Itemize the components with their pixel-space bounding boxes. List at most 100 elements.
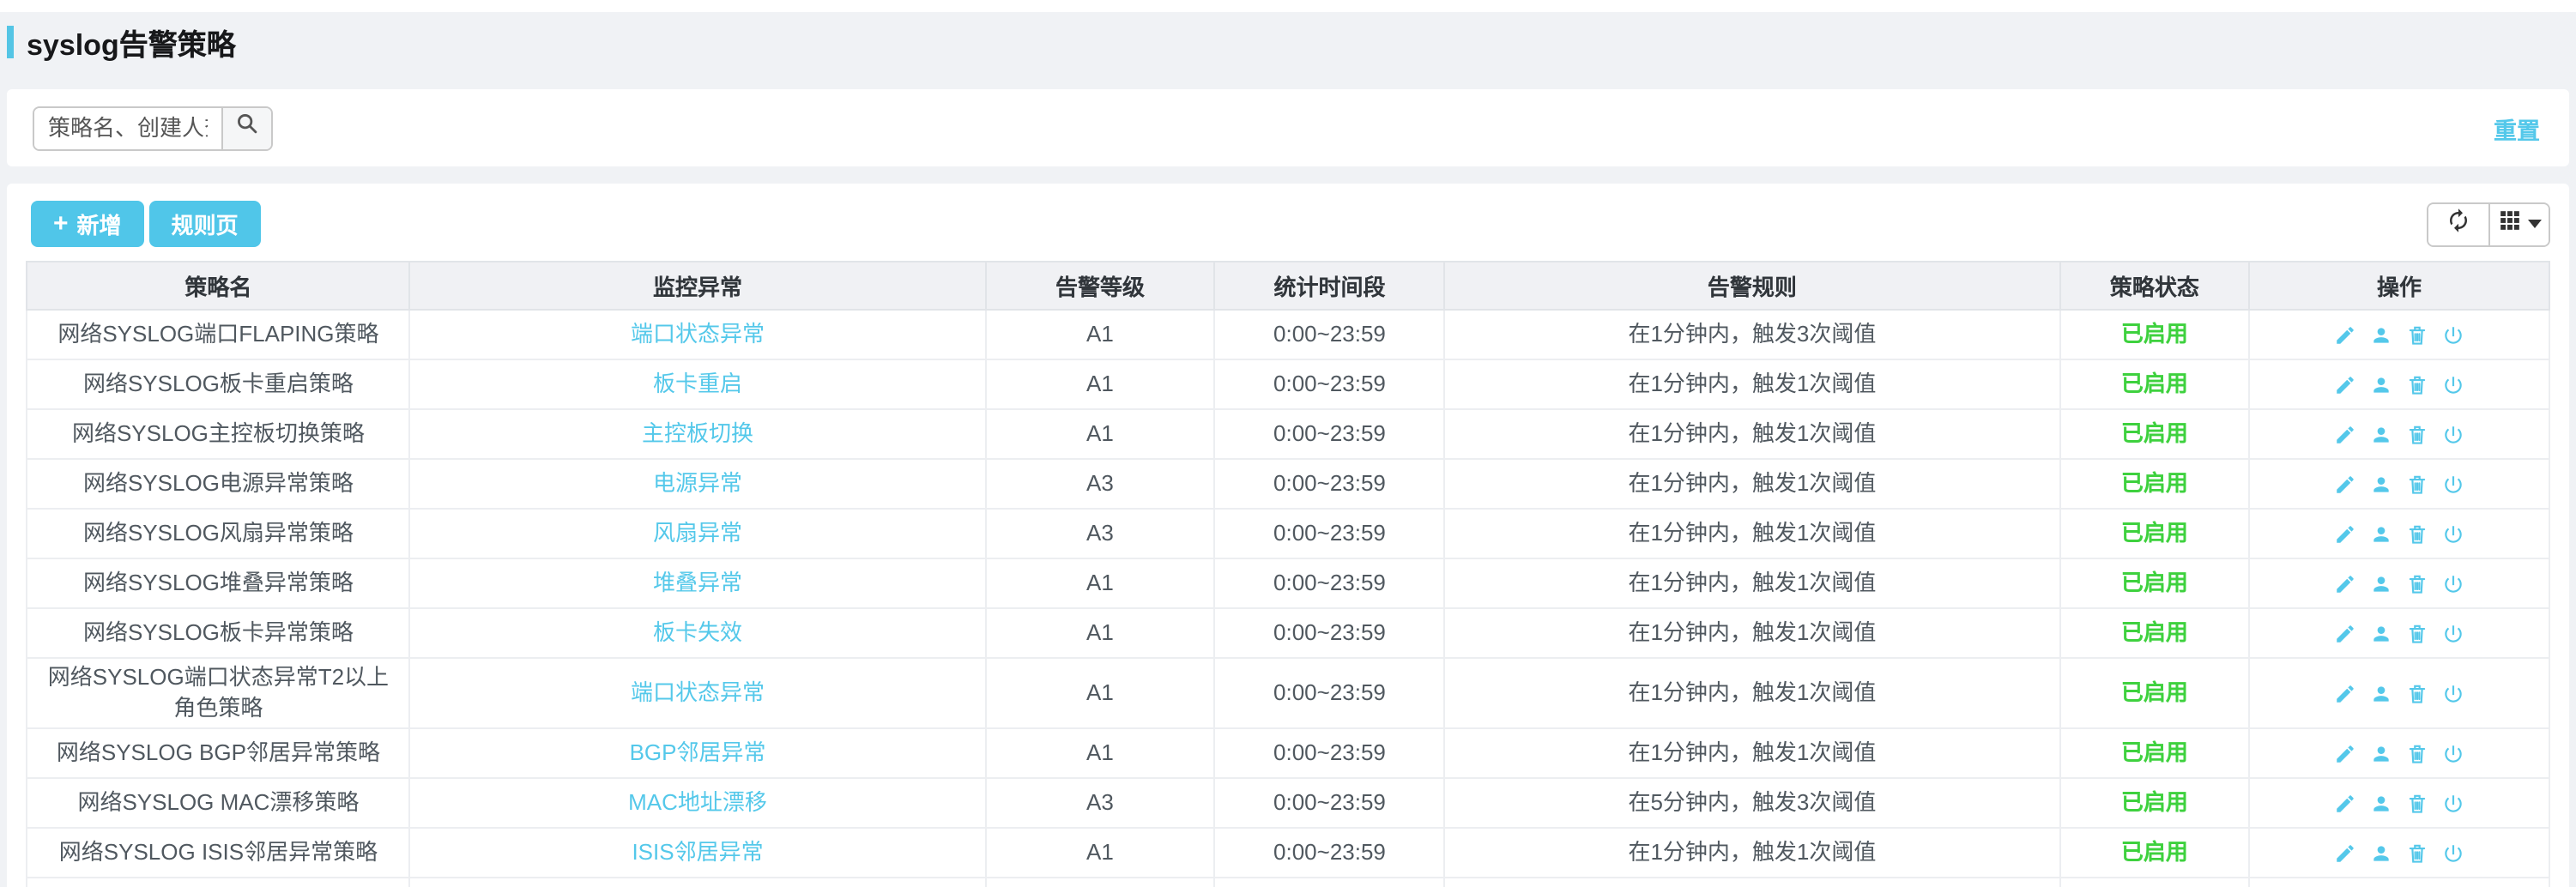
search-button[interactable] (221, 107, 271, 148)
power-icon[interactable] (2442, 572, 2464, 594)
edit-icon[interactable] (2334, 423, 2356, 445)
time-period: 0:00~23:59 (1215, 729, 1445, 779)
delete-icon[interactable] (2406, 522, 2428, 545)
delete-icon[interactable] (2406, 572, 2428, 594)
table-row: 网络SYSLOG电源异常策略 电源异常 A3 0:00~23:59 在1分钟内，… (27, 459, 2549, 509)
user-icon[interactable] (2370, 682, 2392, 704)
power-icon[interactable] (2442, 793, 2464, 815)
refresh-icon (2446, 207, 2471, 241)
delete-icon[interactable] (2406, 622, 2428, 644)
anomaly-link[interactable]: ISIS邻居异常 (410, 829, 985, 878)
edit-icon[interactable] (2334, 622, 2356, 644)
delete-icon[interactable] (2406, 743, 2428, 765)
alarm-rule: 在1分钟内，触发1次阈值 (1444, 608, 2059, 658)
anomaly-link[interactable]: 电源异常 (410, 459, 985, 509)
row-actions (2260, 572, 2538, 594)
delete-icon[interactable] (2406, 373, 2428, 395)
alarm-level: A3 (985, 779, 1215, 829)
row-actions (2260, 473, 2538, 495)
anomaly-link[interactable]: 堆叠异常 (410, 558, 985, 608)
reset-link[interactable]: 重置 (2494, 111, 2540, 145)
column-header: 监控异常 (410, 262, 985, 310)
status-badge: 已启用 (2060, 558, 2250, 608)
status-badge: 已启用 (2060, 829, 2250, 878)
delete-icon[interactable] (2406, 423, 2428, 445)
power-icon[interactable] (2442, 373, 2464, 395)
edit-icon[interactable] (2334, 793, 2356, 815)
anomaly-link[interactable]: 主控板切换 (410, 409, 985, 459)
user-icon[interactable] (2370, 622, 2392, 644)
delete-icon[interactable] (2406, 323, 2428, 346)
columns-button[interactable] (2488, 203, 2549, 244)
power-icon[interactable] (2442, 522, 2464, 545)
row-actions (2260, 323, 2538, 346)
alarm-rule: 在1分钟内，触发1次阈值 (1444, 729, 2059, 779)
time-period: 0:00~23:59 (1215, 608, 1445, 658)
delete-icon[interactable] (2406, 473, 2428, 495)
delete-icon[interactable] (2406, 793, 2428, 815)
power-icon[interactable] (2442, 682, 2464, 704)
status-badge: 已启用 (2060, 409, 2250, 459)
user-icon[interactable] (2370, 373, 2392, 395)
top-strip (0, 0, 2576, 12)
delete-icon[interactable] (2406, 682, 2428, 704)
alarm-level: A1 (985, 359, 1215, 409)
policy-name: 网络SYSLOG端口状态异常T2以上角色策略 (27, 658, 410, 729)
row-actions (2260, 622, 2538, 644)
time-period: 0:00~23:59 (1215, 359, 1445, 409)
alarm-rule: 在1分钟内，触发1次阈值 (1444, 658, 2059, 729)
delete-icon[interactable] (2406, 842, 2428, 865)
column-header: 统计时间段 (1215, 262, 1445, 310)
anomaly-link[interactable]: 板卡重启 (410, 359, 985, 409)
column-header: 策略状态 (2060, 262, 2250, 310)
anomaly-link[interactable]: BGP邻居异常 (410, 729, 985, 779)
power-icon[interactable] (2442, 743, 2464, 765)
status-badge: 已启用 (2060, 729, 2250, 779)
power-icon[interactable] (2442, 842, 2464, 865)
edit-icon[interactable] (2334, 373, 2356, 395)
edit-icon[interactable] (2334, 743, 2356, 765)
alarm-rule: 在1分钟内，触发1次阈值 (1444, 558, 2059, 608)
row-actions (2260, 423, 2538, 445)
main-card: + 新增 规则页 (7, 184, 2569, 887)
edit-icon[interactable] (2334, 473, 2356, 495)
anomaly-link[interactable]: 板卡失效 (410, 608, 985, 658)
edit-icon[interactable] (2334, 842, 2356, 865)
power-icon[interactable] (2442, 323, 2464, 346)
time-period: 0:00~23:59 (1215, 658, 1445, 729)
power-icon[interactable] (2442, 473, 2464, 495)
user-icon[interactable] (2370, 323, 2392, 346)
toolbar-left: + 新增 规则页 (31, 201, 261, 247)
edit-icon[interactable] (2334, 323, 2356, 346)
row-actions (2260, 682, 2538, 704)
anomaly-link[interactable]: MAC地址漂移 (410, 779, 985, 829)
user-icon[interactable] (2370, 572, 2392, 594)
status-badge: 已启用 (2060, 658, 2250, 729)
refresh-button[interactable] (2428, 203, 2488, 244)
add-button[interactable]: + 新增 (31, 201, 144, 247)
edit-icon[interactable] (2334, 522, 2356, 545)
time-period: 0:00~23:59 (1215, 509, 1445, 558)
time-period: 0:00~23:59 (1215, 779, 1445, 829)
user-icon[interactable] (2370, 423, 2392, 445)
anomaly-link[interactable]: 端口状态异常 (410, 658, 985, 729)
anomaly-link[interactable]: 风扇异常 (410, 509, 985, 558)
edit-icon[interactable] (2334, 572, 2356, 594)
edit-icon[interactable] (2334, 682, 2356, 704)
row-actions (2260, 793, 2538, 815)
table-row-partial (27, 878, 2549, 887)
rules-page-button[interactable]: 规则页 (149, 201, 261, 247)
anomaly-link[interactable]: 端口状态异常 (410, 310, 985, 359)
power-icon[interactable] (2442, 622, 2464, 644)
user-icon[interactable] (2370, 473, 2392, 495)
power-icon[interactable] (2442, 423, 2464, 445)
search-input[interactable] (34, 107, 221, 148)
user-icon[interactable] (2370, 522, 2392, 545)
rules-page-label: 规则页 (172, 208, 239, 240)
page: syslog告警策略 重置 + 新增 规则页 (0, 0, 2576, 887)
user-icon[interactable] (2370, 793, 2392, 815)
user-icon[interactable] (2370, 842, 2392, 865)
user-icon[interactable] (2370, 743, 2392, 765)
alarm-rule: 在1分钟内，触发1次阈值 (1444, 409, 2059, 459)
time-period: 0:00~23:59 (1215, 558, 1445, 608)
